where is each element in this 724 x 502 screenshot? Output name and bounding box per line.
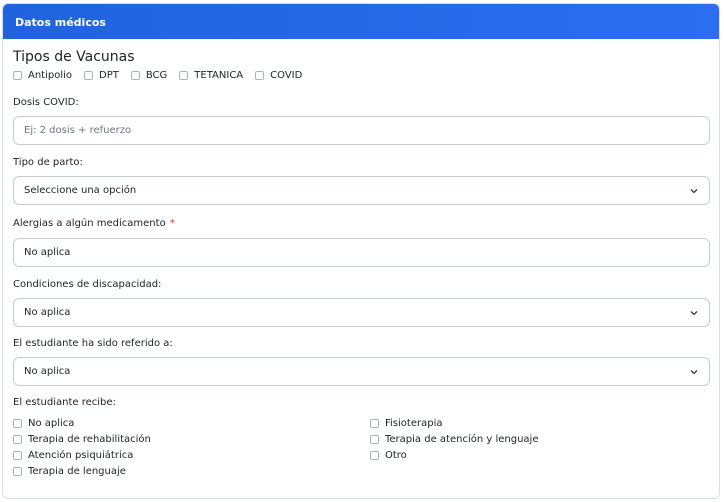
- receives-terapia-lenguaje[interactable]: Terapia de lenguaje: [13, 463, 151, 479]
- required-mark: *: [169, 218, 175, 229]
- option-label: Terapia de atención y lenguaje: [385, 433, 539, 445]
- vaccines-options: Antipolio DPT BCG TETANICA COVID: [13, 70, 302, 81]
- checkbox[interactable]: [370, 434, 379, 444]
- referred-label: El estudiante ha sido referido a:: [13, 338, 173, 349]
- option-label: Atención psiquiátrica: [28, 449, 134, 461]
- chevron-down-icon: [690, 370, 698, 375]
- chevron-down-icon: [690, 311, 698, 316]
- card-header: Datos médicos: [3, 4, 719, 39]
- covid-doses-placeholder: Ej: 2 dosis + refuerzo: [24, 125, 132, 136]
- option-label: No aplica: [28, 417, 75, 429]
- checkbox[interactable]: [255, 71, 265, 80]
- covid-doses-label: Dosis COVID:: [13, 97, 79, 108]
- receives-no-aplica[interactable]: No aplica: [13, 415, 151, 431]
- birth-type-value: Seleccione una opción: [24, 185, 137, 196]
- disability-label: Condiciones de discapacidad:: [13, 279, 162, 290]
- card-title: Datos médicos: [15, 16, 106, 29]
- receives-left-column: No aplica Terapia de rehabilitación Aten…: [13, 415, 151, 479]
- receives-terapia-rehabilitacion[interactable]: Terapia de rehabilitación: [13, 431, 151, 447]
- receives-otro[interactable]: Otro: [370, 447, 538, 463]
- vaccine-label: Antipolio: [28, 70, 73, 81]
- vaccine-covid[interactable]: COVID: [255, 70, 302, 81]
- receives-right-column: Fisioterapia Terapia de atención y lengu…: [370, 415, 538, 463]
- receives-fisioterapia[interactable]: Fisioterapia: [370, 415, 538, 431]
- disability-select[interactable]: No aplica: [13, 298, 710, 327]
- allergies-input[interactable]: No aplica: [13, 238, 710, 267]
- vaccine-label: TETANICA: [194, 70, 244, 81]
- vaccine-label: COVID: [270, 70, 303, 81]
- checkbox[interactable]: [179, 71, 189, 80]
- allergies-label-text: Alergias a algún medicamento: [13, 218, 166, 229]
- covid-doses-input[interactable]: Ej: 2 dosis + refuerzo: [13, 116, 710, 145]
- receives-label: El estudiante recibe:: [13, 397, 116, 408]
- vaccine-dpt[interactable]: DPT: [84, 70, 119, 81]
- medical-data-card: Datos médicos Tipos de Vacunas Antipolio…: [2, 3, 720, 499]
- checkbox[interactable]: [84, 71, 94, 80]
- vaccine-tetanica[interactable]: TETANICA: [179, 70, 243, 81]
- checkbox[interactable]: [370, 418, 379, 428]
- vaccine-label: BCG: [145, 70, 168, 81]
- checkbox[interactable]: [370, 450, 379, 460]
- option-label: Fisioterapia: [385, 417, 443, 429]
- allergies-label: Alergias a algún medicamento *: [13, 218, 175, 229]
- checkbox[interactable]: [13, 466, 22, 476]
- vaccines-title: Tipos de Vacunas: [13, 49, 135, 65]
- vaccine-antipolio[interactable]: Antipolio: [13, 70, 72, 81]
- receives-terapia-atencion-lenguaje[interactable]: Terapia de atención y lenguaje: [370, 431, 538, 447]
- vaccine-bcg[interactable]: BCG: [130, 70, 168, 81]
- checkbox[interactable]: [13, 450, 22, 460]
- disability-value: No aplica: [24, 307, 71, 318]
- referred-select[interactable]: No aplica: [13, 357, 710, 386]
- checkbox[interactable]: [130, 71, 140, 80]
- birth-type-select[interactable]: Seleccione una opción: [13, 176, 710, 205]
- allergies-value: No aplica: [24, 247, 71, 258]
- option-label: Terapia de lenguaje: [28, 465, 126, 477]
- chevron-down-icon: [690, 189, 698, 194]
- option-label: Otro: [385, 449, 407, 461]
- checkbox[interactable]: [13, 71, 22, 80]
- receives-atencion-psiquiatrica[interactable]: Atención psiquiátrica: [13, 447, 151, 463]
- checkbox[interactable]: [13, 434, 22, 444]
- vaccine-label: DPT: [99, 70, 119, 81]
- checkbox[interactable]: [13, 418, 22, 428]
- referred-value: No aplica: [24, 366, 71, 377]
- option-label: Terapia de rehabilitación: [28, 433, 151, 445]
- birth-type-label: Tipo de parto:: [13, 157, 83, 168]
